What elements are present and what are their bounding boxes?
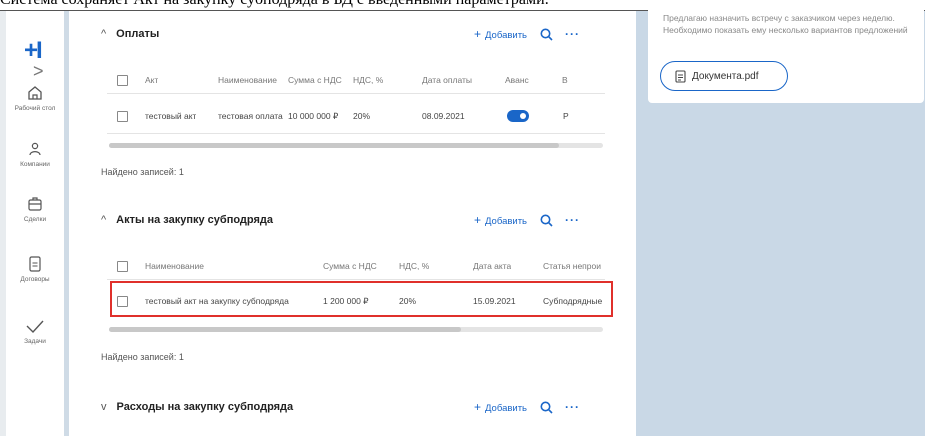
collapse-icon[interactable]: ^ [101, 214, 106, 226]
attachment-chip[interactable]: Документа.pdf [660, 61, 788, 91]
select-all-checkbox[interactable] [117, 74, 128, 86]
home-icon [28, 86, 42, 100]
sidebar-item-label: Договоры [20, 276, 50, 283]
column-header[interactable]: В [562, 75, 568, 85]
sidebar-item-deals[interactable]: Сделки [6, 194, 64, 223]
records-found: Найдено записей: 1 [101, 352, 184, 362]
section-title: Расходы на закупку субподряда [116, 401, 294, 413]
sidebar: +I > Рабочий стол Компании Сделки Догово… [6, 11, 64, 436]
section-header-subcontract-costs[interactable]: v Расходы на закупку субподряда [101, 397, 293, 417]
section-header-subcontract-acts[interactable]: ^ Акты на закупку субподряда [101, 210, 273, 230]
sidebar-item-companies[interactable]: Компании [6, 139, 64, 168]
select-all-checkbox[interactable] [117, 260, 128, 272]
add-button[interactable]: + Добавить [474, 400, 527, 414]
cell-vat: 20% [353, 111, 371, 121]
horizontal-scrollbar[interactable] [109, 143, 603, 148]
column-header[interactable]: Наименование [145, 261, 204, 271]
main-content: ^ Оплаты + Добавить ··· Акт Наименование … [69, 11, 636, 436]
add-button[interactable]: + Добавить [474, 213, 527, 227]
column-header[interactable]: Дата акта [473, 261, 511, 271]
column-header[interactable]: Сумма с НДС [288, 75, 342, 85]
cell-name: тестовая оплата [218, 111, 283, 121]
records-found: Найдено записей: 1 [101, 167, 184, 177]
section-actions: + Добавить ··· [474, 210, 580, 230]
cell-sum: 10 000 000 ₽ [288, 110, 339, 121]
row-divider [107, 279, 605, 280]
cell-payment-date: 08.09.2021 [422, 111, 465, 121]
attachment-name: Документа.pdf [692, 70, 759, 82]
search-icon[interactable] [540, 214, 553, 227]
more-options-icon[interactable]: ··· [565, 27, 580, 41]
section-header-payments[interactable]: ^ Оплаты [101, 24, 159, 44]
row-divider [107, 93, 605, 94]
search-icon[interactable] [540, 28, 553, 41]
column-header[interactable]: Акт [145, 75, 158, 85]
table-row[interactable]: тестовый акт тестовая оплата 10 000 000 … [107, 103, 605, 129]
section-title: Оплаты [116, 28, 160, 40]
cell-extra: Р [563, 111, 569, 121]
table-header: Акт Наименование Сумма с НДС НДС, % Дата… [107, 67, 605, 93]
sidebar-item-tasks[interactable]: Задачи [6, 316, 64, 345]
highlight-frame [110, 281, 613, 317]
row-divider [107, 133, 605, 134]
more-options-icon[interactable]: ··· [565, 400, 580, 414]
column-header[interactable]: Наименование [218, 75, 277, 85]
advance-toggle[interactable] [507, 110, 529, 122]
more-options-icon[interactable]: ··· [565, 213, 580, 227]
search-icon[interactable] [540, 401, 553, 414]
column-header[interactable]: НДС, % [353, 75, 383, 85]
cell-act: тестовый акт [145, 111, 197, 121]
expand-icon[interactable]: v [101, 401, 107, 413]
comment-card: Предлагаю назначить встречу с заказчиком… [648, 0, 924, 103]
add-button[interactable]: + Добавить [474, 27, 527, 41]
scrollbar-thumb[interactable] [109, 143, 559, 148]
people-icon [29, 142, 41, 156]
section-actions: + Добавить ··· [474, 24, 580, 44]
column-header[interactable]: Дата оплаты [422, 75, 472, 85]
column-header[interactable]: Сумма с НДС [323, 261, 377, 271]
column-header[interactable]: НДС, % [399, 261, 429, 271]
expand-sidebar-button[interactable]: > [33, 61, 44, 82]
table-header: Наименование Сумма с НДС НДС, % Дата акт… [107, 253, 605, 279]
sidebar-item-label: Компании [20, 161, 50, 168]
check-icon [26, 320, 44, 334]
horizontal-scrollbar[interactable] [109, 327, 603, 332]
comment-text: Предлагаю назначить встречу с заказчиком… [663, 13, 908, 35]
column-header[interactable]: Аванс [505, 75, 529, 85]
row-checkbox[interactable] [117, 110, 128, 122]
section-actions: + Добавить ··· [474, 397, 580, 417]
scrollbar-thumb[interactable] [109, 327, 461, 332]
briefcase-icon [28, 197, 42, 211]
section-title: Акты на закупку субподряда [116, 214, 273, 226]
sidebar-item-desktop[interactable]: Рабочий стол [6, 83, 64, 112]
sidebar-item-label: Рабочий стол [14, 105, 56, 112]
collapse-icon[interactable]: ^ [101, 28, 106, 40]
sidebar-item-label: Задачи [24, 338, 46, 345]
document-icon [29, 256, 41, 272]
column-header[interactable]: Статья непрои [543, 261, 605, 271]
sidebar-item-contracts[interactable]: Договоры [6, 254, 64, 283]
file-icon [675, 69, 686, 83]
sidebar-item-label: Сделки [23, 216, 47, 223]
